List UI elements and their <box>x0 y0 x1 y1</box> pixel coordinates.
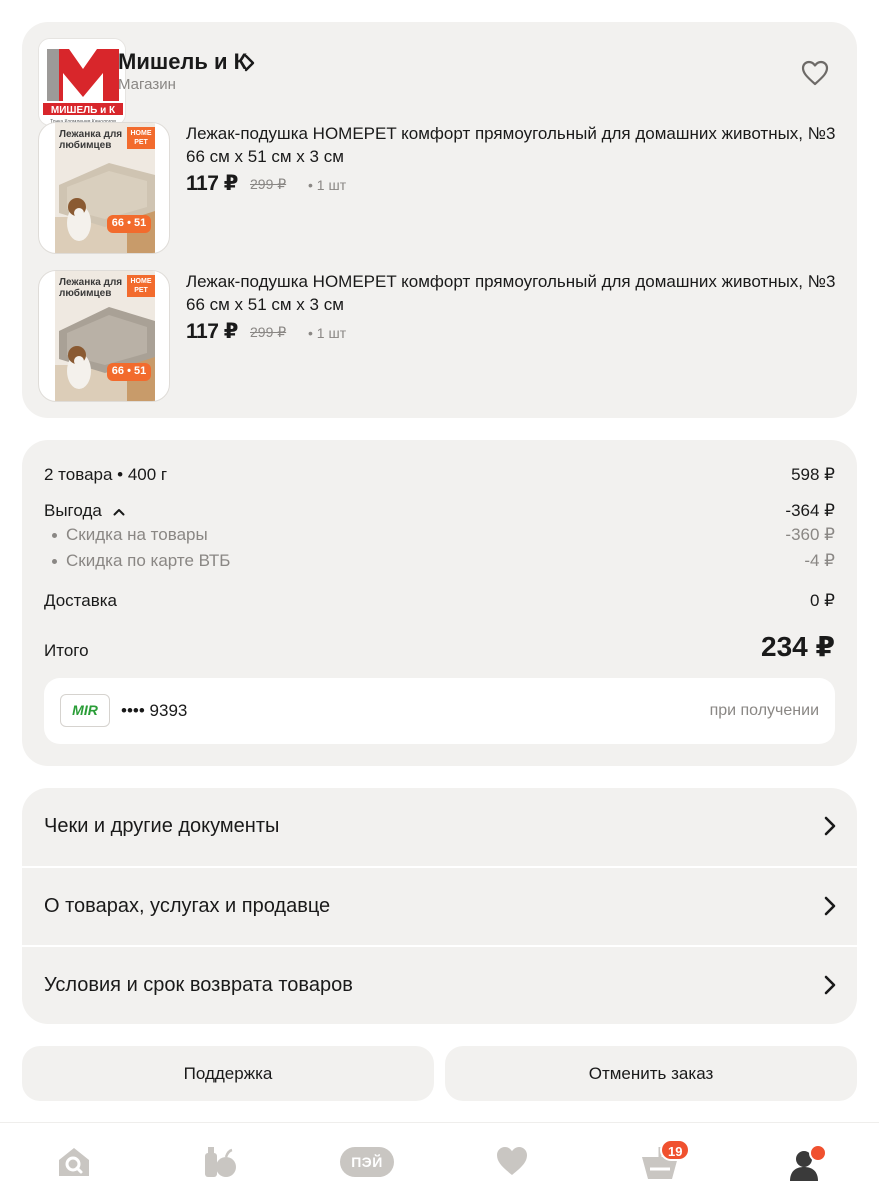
nav-home-icon[interactable] <box>56 1145 96 1181</box>
store-logo[interactable]: МИШЕЛЬ и К Точка Кормления Кинологов <box>38 38 126 126</box>
favorite-heart-icon[interactable] <box>801 60 829 86</box>
card-number: •••• 9393 <box>121 701 188 720</box>
return-policy-link[interactable]: Условия и срок возврата товаров <box>22 947 857 1025</box>
product-quantity: • 1 шт <box>308 325 347 341</box>
receipts-documents-link[interactable]: Чеки и другие документы <box>22 788 857 866</box>
thumb-caption: Лежанка для любимцев <box>59 129 123 151</box>
total-row: Итого 234 ₽ <box>44 630 835 666</box>
nav-favorites-icon[interactable] <box>494 1145 534 1181</box>
bullet-icon <box>52 533 57 539</box>
order-item[interactable]: Лежанка для любимцев HOME PET 66 • 51 Ле… <box>38 270 841 404</box>
product-old-price: 299 ₽ <box>250 176 287 192</box>
order-details-page: МИШЕЛЬ и К Точка Кормления Кинологов Миш… <box>0 0 879 1200</box>
order-item[interactable]: Лежанка для любимцев HOME PET 66 • 51 Ле… <box>38 122 841 256</box>
payment-timing: при получении <box>709 702 819 719</box>
store-name[interactable]: Мишель и К <box>118 49 247 75</box>
svg-text:МИШЕЛЬ и К: МИШЕЛЬ и К <box>51 105 116 116</box>
chevron-right-icon <box>824 816 836 836</box>
store-chevron-icon[interactable] <box>244 52 256 78</box>
product-quantity: • 1 шт <box>308 177 347 193</box>
chevron-right-icon <box>824 975 836 995</box>
cart-count-badge: 19 <box>660 1139 691 1161</box>
items-value: 598 ₽ <box>791 465 835 484</box>
benefit-label: Выгода <box>44 501 102 520</box>
thumb-badge: HOME PET <box>127 127 155 149</box>
seller-info-link[interactable]: О товарах, услугах и продавце <box>22 868 857 946</box>
product-old-price: 299 ₽ <box>250 324 287 340</box>
delivery-value: 0 ₽ <box>810 591 835 610</box>
thumb-caption: Лежанка для любимцев <box>59 277 123 299</box>
payment-method[interactable]: MIR •••• 9393 при получении <box>44 678 835 744</box>
bullet-icon <box>52 559 57 565</box>
benefit-toggle[interactable]: Выгода <box>44 501 125 521</box>
support-button[interactable]: Поддержка <box>22 1046 434 1101</box>
product-title[interactable]: Лежак-подушка HOMEPET комфорт прямоуголь… <box>186 122 846 168</box>
nav-profile-icon[interactable] <box>786 1144 827 1181</box>
store-subtitle: Магазин <box>118 76 176 93</box>
items-label: 2 товара • 400 г <box>44 465 168 484</box>
store-order-card: МИШЕЛЬ и К Точка Кормления Кинологов Миш… <box>22 22 857 418</box>
link-label: Чеки и другие документы <box>44 815 280 837</box>
link-label: О товарах, услугах и продавце <box>44 895 331 917</box>
nav-catalog-icon[interactable] <box>200 1145 240 1181</box>
discount-card-value: -4 ₽ <box>804 551 835 570</box>
product-image[interactable]: Лежанка для любимцев HOME PET 66 • 51 <box>38 122 170 254</box>
link-label: Условия и срок возврата товаров <box>44 974 353 996</box>
product-price: 117 ₽ <box>186 320 238 343</box>
discount-items-label: Скидка на товары <box>66 525 208 544</box>
total-value: 234 ₽ <box>761 631 835 662</box>
total-label: Итого <box>44 641 89 660</box>
bottom-navigation: ПЭЙ 19 <box>0 1122 879 1200</box>
info-links-card: Чеки и другие документы О товарах, услуг… <box>22 788 857 1024</box>
thumb-size: 66 • 51 <box>111 365 147 377</box>
delivery-label: Доставка <box>44 591 118 610</box>
order-summary-card: 2 товара • 400 г 598 ₽ Выгода -364 ₽ Ски… <box>22 440 857 766</box>
discount-items-value: -360 ₽ <box>785 525 835 544</box>
product-price: 117 ₽ <box>186 172 238 195</box>
cancel-order-button[interactable]: Отменить заказ <box>445 1046 857 1101</box>
thumb-size: 66 • 51 <box>111 217 147 229</box>
nav-pay-button[interactable]: ПЭЙ <box>340 1147 394 1177</box>
chevron-right-icon <box>824 896 836 916</box>
product-image[interactable]: Лежанка для любимцев HOME PET 66 • 51 <box>38 270 170 402</box>
product-title[interactable]: Лежак-подушка HOMEPET комфорт прямоуголь… <box>186 270 846 316</box>
thumb-badge: HOME PET <box>127 275 155 297</box>
benefit-value: -364 ₽ <box>785 501 835 520</box>
discount-card-label: Скидка по карте ВТБ <box>66 551 231 570</box>
mir-card-icon: MIR <box>60 694 110 727</box>
chevron-up-icon <box>113 508 125 516</box>
